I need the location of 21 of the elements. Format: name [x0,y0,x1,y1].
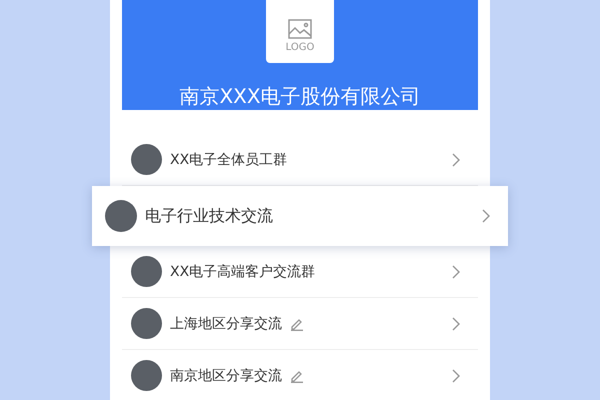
group-name: 上海地区分享交流 [170,314,282,332]
group-name: XX电子高端客户交流群 [170,262,316,280]
company-name: 南京XXX电子股份有限公司 [179,83,421,110]
chevron-icon [452,152,460,166]
group-name: 电子行业技术交流 [145,206,273,226]
chevron-icon [482,209,490,223]
chevron-icon [452,264,460,278]
avatar-photo-placeholder [131,256,162,287]
avatar-photo-placeholder [131,308,162,339]
pencil-icon[interactable] [290,368,304,382]
pencil-icon[interactable] [290,316,304,330]
avatar-photo-placeholder [131,144,162,175]
chevron-icon [452,316,460,330]
chevron-icon [452,368,460,382]
group-name: 南京地区分享交流 [170,366,282,384]
avatar-photo-placeholder [131,360,162,391]
group-name: XX电子全体员工群 [170,150,288,168]
image-icon [288,19,312,39]
logo-label: LOGO [286,42,314,53]
group-row[interactable]: 电子行业技术交流 [92,186,508,246]
avatar-photo-placeholder [105,200,137,232]
